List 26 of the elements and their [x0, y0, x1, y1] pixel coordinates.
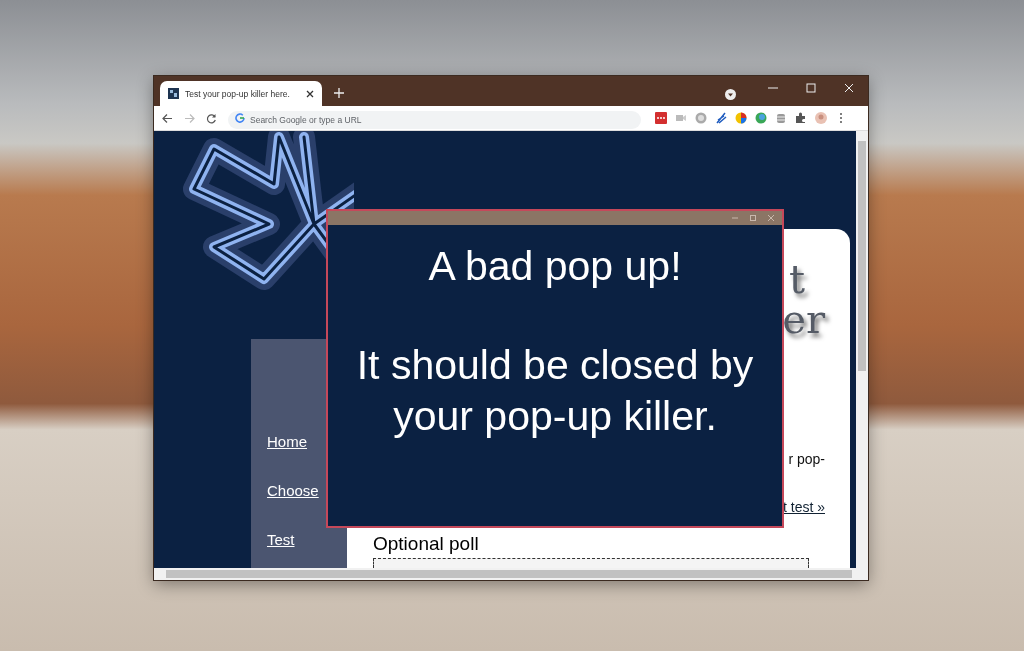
- reload-icon[interactable]: [206, 112, 217, 124]
- vertical-scrollbar[interactable]: [856, 131, 868, 568]
- logo-text: t: [788, 259, 805, 299]
- extension-icon[interactable]: [775, 112, 787, 124]
- intro-text: r pop-: [788, 451, 825, 467]
- favicon-icon: [168, 88, 179, 99]
- plus-icon[interactable]: [334, 88, 344, 98]
- popup-message: It should be closed by your pop-up killer.: [355, 341, 755, 441]
- extension-icon[interactable]: [735, 112, 747, 124]
- puzzle-icon[interactable]: [795, 112, 807, 124]
- google-icon: [235, 113, 245, 123]
- horizontal-scrollbar[interactable]: [154, 568, 868, 580]
- browser-tab[interactable]: Test your pop-up killer here.: [160, 81, 322, 106]
- caret-icon[interactable]: [725, 89, 736, 100]
- logo-text: er: [782, 299, 825, 339]
- extension-icon[interactable]: [755, 112, 767, 124]
- tab-title: Test your pop-up killer here.: [185, 88, 291, 99]
- nav-link[interactable]: Test: [267, 531, 347, 548]
- close-icon[interactable]: [306, 89, 314, 98]
- popup-message: A bad pop up!: [428, 242, 682, 291]
- extension-icon[interactable]: [715, 112, 727, 124]
- poll-heading: Optional poll: [373, 533, 480, 555]
- address-field[interactable]: Search Google or type a URL: [228, 111, 641, 129]
- extension-icon[interactable]: [655, 112, 667, 124]
- avatar-icon[interactable]: [815, 112, 827, 124]
- back-icon[interactable]: [162, 112, 173, 124]
